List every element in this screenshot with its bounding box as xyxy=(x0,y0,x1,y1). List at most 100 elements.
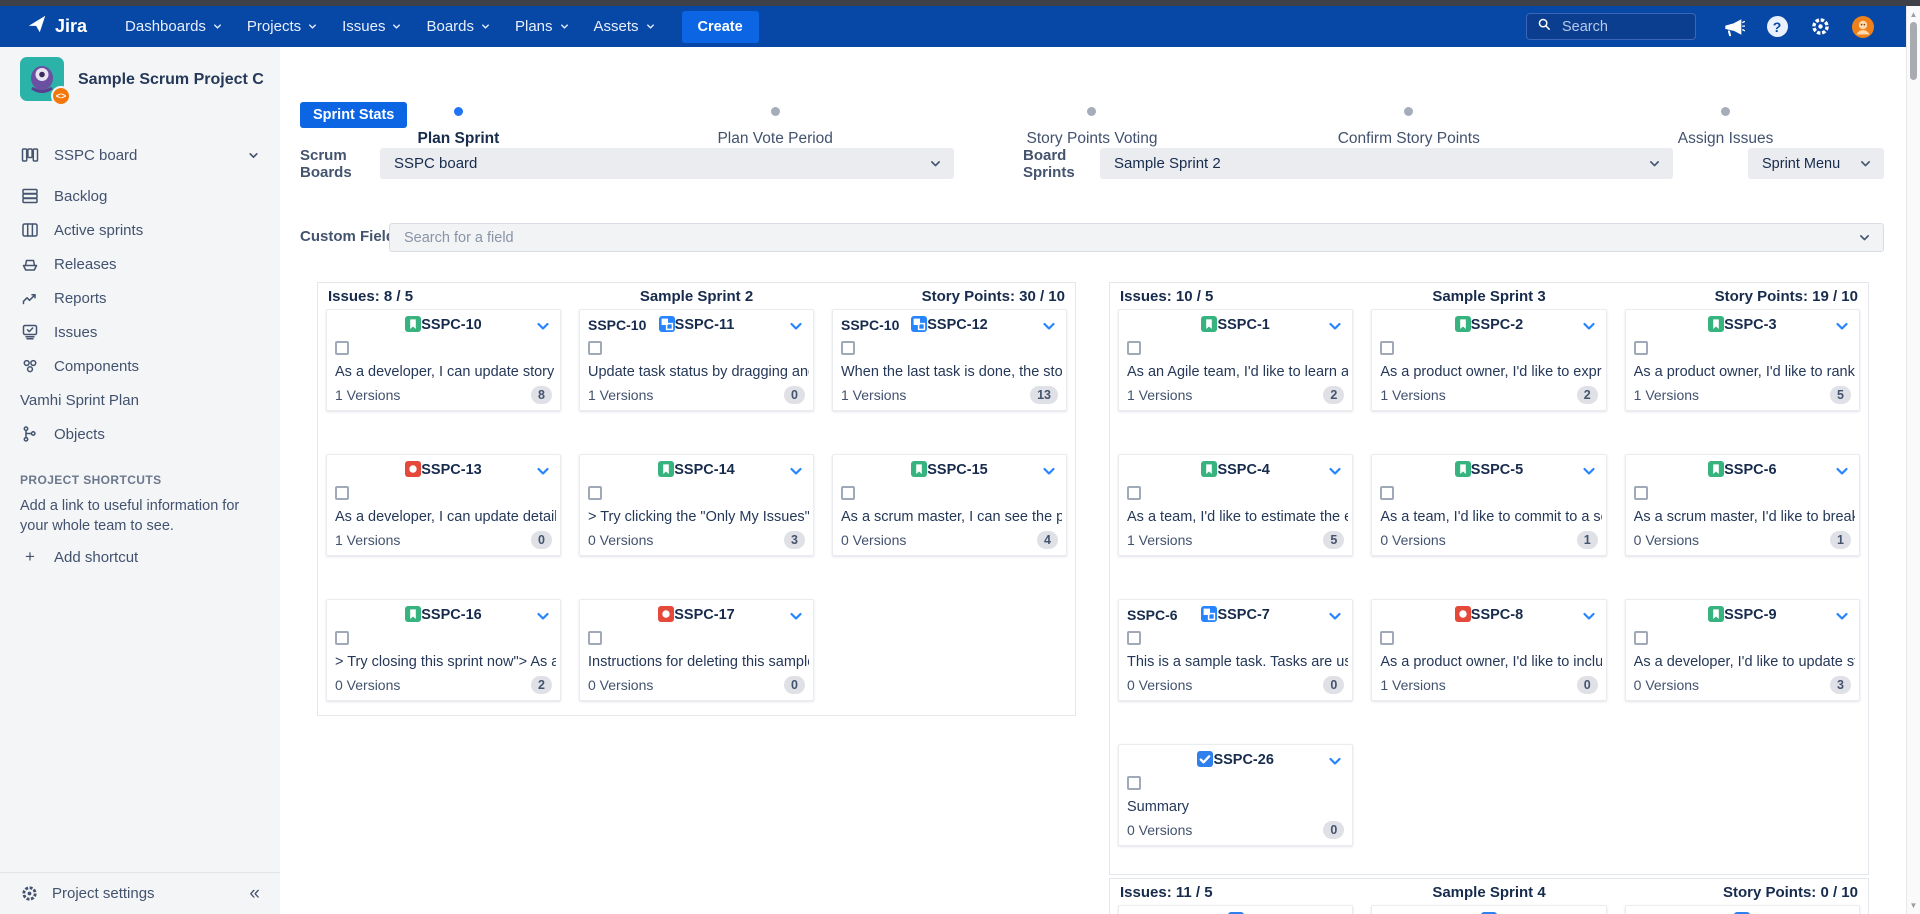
chevron-down-icon[interactable] xyxy=(1834,318,1850,334)
collapse-sidebar-icon[interactable]: « xyxy=(249,884,260,903)
chevron-down-icon[interactable] xyxy=(788,608,804,624)
custom-field-input[interactable] xyxy=(402,229,1850,247)
sidebar-item-releases[interactable]: Releases xyxy=(0,247,280,281)
issue-versions: 0 Versions xyxy=(1127,677,1192,693)
step-plan-vote-period[interactable]: Plan Vote Period xyxy=(617,107,934,148)
chevron-down-icon[interactable] xyxy=(1041,463,1057,479)
step-confirm-story-points[interactable]: Confirm Story Points xyxy=(1250,107,1567,148)
chevron-down-icon[interactable] xyxy=(535,608,551,624)
nav-search[interactable] xyxy=(1526,13,1696,40)
sidebar-item-vamhi-sprint-plan[interactable]: Vamhi Sprint Plan xyxy=(0,383,280,417)
sprint-menu-select[interactable]: Sprint Menu xyxy=(1748,148,1884,179)
issue-card-sspc-2[interactable]: SSPC-2 As a product owner, I'd like to e… xyxy=(1371,309,1606,411)
chevron-down-icon[interactable] xyxy=(1834,608,1850,624)
sidebar-item-issues[interactable]: Issues xyxy=(0,315,280,349)
sidebar-item-objects[interactable]: Objects xyxy=(0,417,280,451)
create-button[interactable]: Create xyxy=(682,11,759,43)
issue-checkbox[interactable] xyxy=(1380,486,1394,500)
chevron-down-icon[interactable] xyxy=(1327,318,1343,334)
issue-card-sspc-1[interactable]: SSPC-1 As an Agile team, I'd like to lea… xyxy=(1118,309,1353,411)
step-story-points-voting[interactable]: Story Points Voting xyxy=(934,107,1251,148)
nav-item-plans[interactable]: Plans xyxy=(505,12,580,41)
issue-checkbox[interactable] xyxy=(588,631,602,645)
scroll-up-icon[interactable]: ▲ xyxy=(1907,10,1920,19)
step-plan-sprint[interactable]: Plan Sprint xyxy=(300,107,617,148)
scrollbar-thumb[interactable] xyxy=(1910,22,1917,80)
jira-logo[interactable]: Jira xyxy=(26,13,87,40)
issue-checkbox[interactable] xyxy=(1634,486,1648,500)
issue-card-sspc-8[interactable]: SSPC-8 As a product owner, I'd like to i… xyxy=(1371,599,1606,701)
issue-checkbox[interactable] xyxy=(335,486,349,500)
chevron-down-icon[interactable] xyxy=(1581,608,1597,624)
issue-card-sspc-26[interactable]: SSPC-26 Summary 0 Versions 0 xyxy=(1118,744,1353,846)
chevron-down-icon[interactable] xyxy=(1581,463,1597,479)
sidebar-item-active-sprints[interactable]: Active sprints xyxy=(0,213,280,247)
nav-item-projects[interactable]: Projects xyxy=(237,12,328,41)
issue-card-sspc-17[interactable]: SSPC-17 Instructions for deleting this s… xyxy=(579,599,814,701)
project-settings-button[interactable]: Project settings « xyxy=(0,873,280,913)
add-shortcut-button[interactable]: + Add shortcut xyxy=(20,547,138,567)
nav-item-boards[interactable]: Boards xyxy=(416,12,501,41)
issue-card-sspc-7[interactable]: SSPC-6 SSPC-7 This is a sample task. Tas… xyxy=(1118,599,1353,701)
issue-card-partial[interactable] xyxy=(1625,905,1860,914)
issue-checkbox[interactable] xyxy=(841,341,855,355)
issue-card-sspc-4[interactable]: SSPC-4 As a team, I'd like to estimate t… xyxy=(1118,454,1353,556)
scroll-down-icon[interactable]: ▼ xyxy=(1907,901,1920,910)
project-avatar[interactable]: <> xyxy=(20,57,64,101)
chevron-down-icon[interactable] xyxy=(788,318,804,334)
issue-card-sspc-13[interactable]: SSPC-13 As a developer, I can update det… xyxy=(326,454,561,556)
sidebar-item-components[interactable]: Components xyxy=(0,349,280,383)
issue-card-sspc-16[interactable]: SSPC-16 > Try closing this sprint now"> … xyxy=(326,599,561,701)
issue-checkbox[interactable] xyxy=(588,341,602,355)
custom-field-select[interactable] xyxy=(389,223,1884,252)
chevron-down-icon[interactable] xyxy=(1327,608,1343,624)
issue-checkbox[interactable] xyxy=(335,631,349,645)
issue-card-sspc-10[interactable]: SSPC-10 As a developer, I can update sto… xyxy=(326,309,561,411)
sidebar-item-reports[interactable]: Reports xyxy=(0,281,280,315)
step-assign-issues[interactable]: Assign Issues xyxy=(1567,107,1884,148)
chevron-down-icon[interactable] xyxy=(1327,753,1343,769)
help-icon[interactable]: ? xyxy=(1764,14,1790,40)
issue-checkbox[interactable] xyxy=(1127,341,1141,355)
issue-card-sspc-9[interactable]: SSPC-9 As a developer, I'd like to updat… xyxy=(1625,599,1860,701)
nav-item-assets[interactable]: Assets xyxy=(584,12,666,41)
page-scrollbar[interactable]: ▲ ▼ xyxy=(1906,6,1920,914)
chevron-down-icon[interactable] xyxy=(535,318,551,334)
issue-checkbox[interactable] xyxy=(1127,776,1141,790)
issue-checkbox[interactable] xyxy=(1127,486,1141,500)
chevron-down-icon[interactable] xyxy=(535,463,551,479)
issue-checkbox[interactable] xyxy=(841,486,855,500)
board-sprint-select[interactable]: Sample Sprint 2 xyxy=(1100,148,1673,179)
issue-summary: As a developer, I can update details xyxy=(335,509,556,525)
issue-card-sspc-3[interactable]: SSPC-3 As a product owner, I'd like to r… xyxy=(1625,309,1860,411)
issue-checkbox[interactable] xyxy=(1380,341,1394,355)
issue-card-partial[interactable] xyxy=(1118,905,1353,914)
chevron-down-icon[interactable] xyxy=(1581,318,1597,334)
nav-item-dashboards[interactable]: Dashboards xyxy=(115,12,233,41)
issue-checkbox[interactable] xyxy=(1127,631,1141,645)
issue-card-partial[interactable] xyxy=(1371,905,1606,914)
user-avatar[interactable] xyxy=(1850,14,1876,40)
chevron-down-icon[interactable] xyxy=(1834,463,1850,479)
chevron-down-icon[interactable] xyxy=(788,463,804,479)
sidebar-item-backlog[interactable]: Backlog xyxy=(0,179,280,213)
issue-checkbox[interactable] xyxy=(588,486,602,500)
chevron-down-icon[interactable] xyxy=(1041,318,1057,334)
scrum-board-select[interactable]: SSPC board xyxy=(380,148,954,179)
issue-card-sspc-11[interactable]: SSPC-10 SSPC-11 Update task status by dr… xyxy=(579,309,814,411)
issue-checkbox[interactable] xyxy=(1634,631,1648,645)
search-input[interactable] xyxy=(1560,18,1685,36)
nav-item-issues[interactable]: Issues xyxy=(332,12,412,41)
issue-checkbox[interactable] xyxy=(1380,631,1394,645)
settings-icon[interactable] xyxy=(1807,14,1833,40)
issue-card-sspc-14[interactable]: SSPC-14 > Try clicking the "Only My Issu… xyxy=(579,454,814,556)
sidebar-item-sspc-board[interactable]: SSPC board xyxy=(0,137,280,173)
issue-card-sspc-6[interactable]: SSPC-6 As a scrum master, I'd like to br… xyxy=(1625,454,1860,556)
issue-card-sspc-5[interactable]: SSPC-5 As a team, I'd like to commit to … xyxy=(1371,454,1606,556)
announcement-icon[interactable] xyxy=(1721,14,1747,40)
issue-card-sspc-15[interactable]: SSPC-15 As a scrum master, I can see the… xyxy=(832,454,1067,556)
issue-checkbox[interactable] xyxy=(1634,341,1648,355)
issue-checkbox[interactable] xyxy=(335,341,349,355)
chevron-down-icon[interactable] xyxy=(1327,463,1343,479)
issue-card-sspc-12[interactable]: SSPC-10 SSPC-12 When the last task is do… xyxy=(832,309,1067,411)
